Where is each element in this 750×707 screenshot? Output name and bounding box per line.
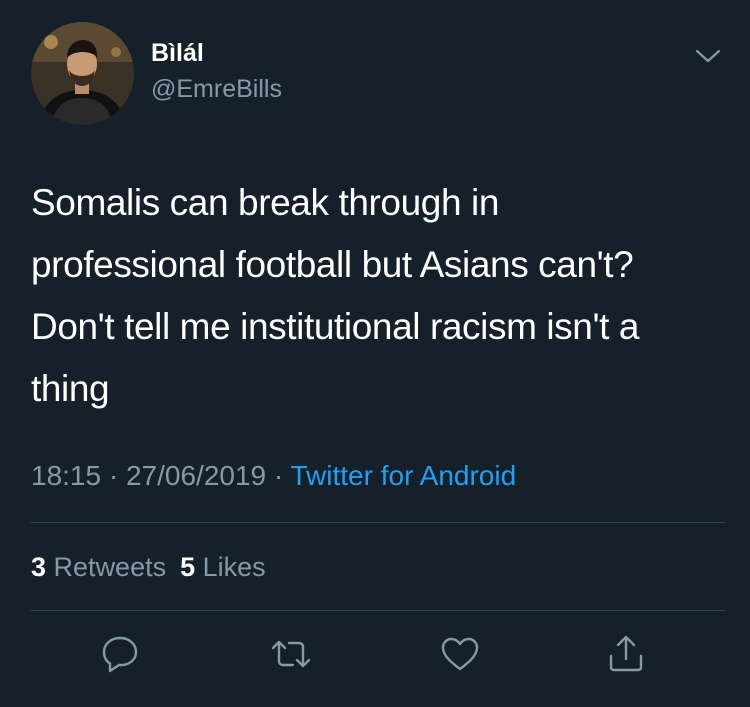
tweet-text-line: thing	[31, 368, 110, 409]
heart-icon	[441, 637, 479, 671]
tweet-text-line: Somalis can break through in	[31, 182, 500, 223]
meta-separator: ·	[273, 460, 284, 491]
retweets-count: 3	[31, 552, 47, 582]
tweet-text-line: professional football but Asians can't?	[31, 244, 634, 285]
retweets-label: Retweets	[53, 552, 167, 582]
share-button[interactable]	[606, 634, 646, 674]
tweet-date[interactable]: 27/06/2019	[126, 460, 266, 491]
avatar[interactable]	[31, 22, 134, 125]
share-icon	[609, 635, 643, 672]
tweet-text-line: Don't tell me institutional racism isn't…	[31, 306, 640, 347]
likes-label: Likes	[202, 552, 266, 582]
more-options-button[interactable]	[694, 46, 722, 66]
divider	[31, 610, 725, 611]
tweet-meta: 18:15 · 27/06/2019 · Twitter for Android	[31, 459, 516, 493]
divider	[31, 522, 725, 523]
reply-button[interactable]	[100, 634, 140, 674]
display-name[interactable]: Bìlál	[151, 38, 204, 68]
tweet-source-link[interactable]: Twitter for Android	[291, 460, 517, 491]
reply-icon	[102, 636, 138, 673]
likes-count: 5	[180, 552, 196, 582]
engagement-stats: 3 Retweets 5 Likes	[31, 551, 266, 583]
user-handle[interactable]: @EmreBills	[151, 74, 282, 104]
meta-separator: ·	[108, 460, 119, 491]
chevron-down-icon	[695, 49, 721, 63]
likes-stat[interactable]: 5 Likes	[180, 552, 266, 582]
tweet-time[interactable]: 18:15	[31, 460, 101, 491]
retweet-icon	[271, 640, 311, 668]
profile-photo-icon	[31, 22, 134, 125]
retweets-stat[interactable]: 3 Retweets	[31, 552, 166, 582]
like-button[interactable]	[440, 634, 480, 674]
retweet-button[interactable]	[271, 634, 311, 674]
tweet-text: Somalis can break through in professiona…	[31, 172, 721, 420]
